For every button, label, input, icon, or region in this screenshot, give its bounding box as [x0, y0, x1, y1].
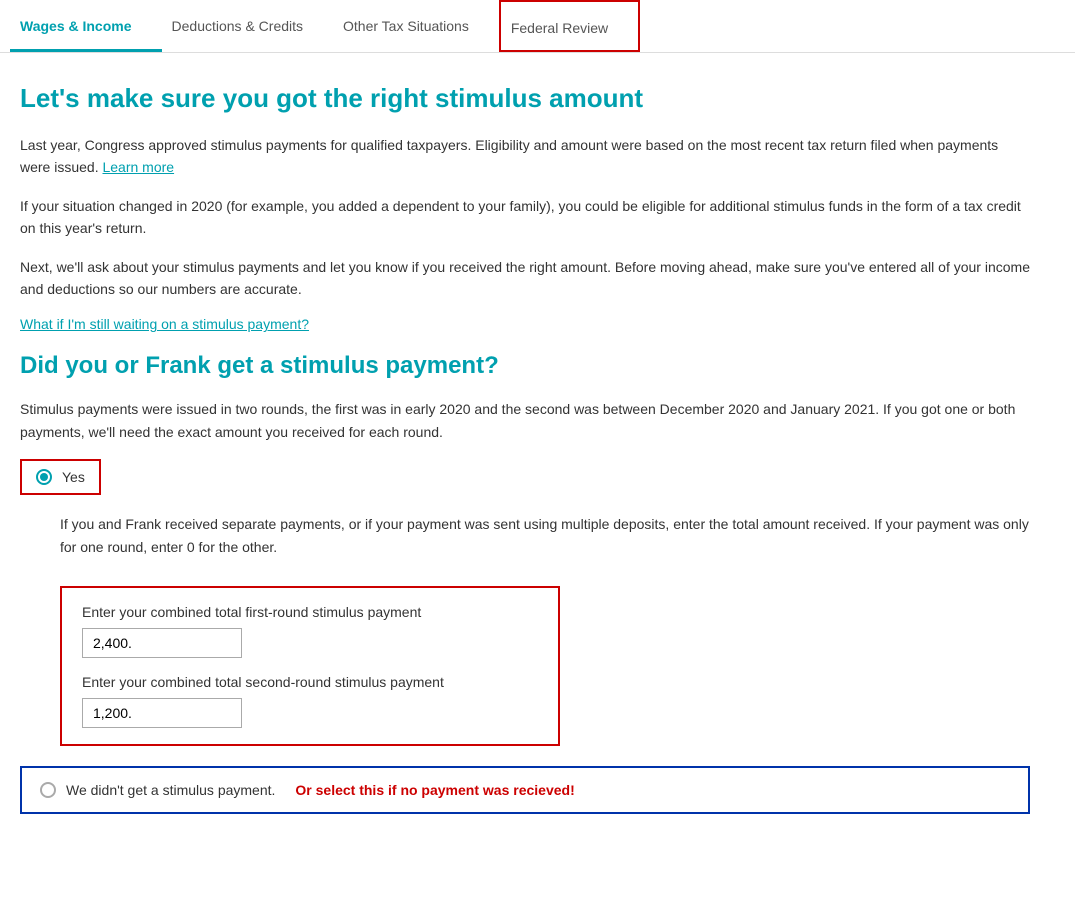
first-round-label: Enter your combined total first-round st…: [82, 604, 538, 620]
no-payment-warning-text: Or select this if no payment was recieve…: [295, 782, 574, 798]
page-heading-1: Let's make sure you got the right stimul…: [20, 83, 1030, 114]
stimulus-input-area: Enter your combined total first-round st…: [60, 586, 560, 746]
yes-subcontent: If you and Frank received separate payme…: [60, 513, 1030, 746]
tab-deductions-credits[interactable]: Deductions & Credits: [162, 0, 334, 52]
second-round-group: Enter your combined total second-round s…: [82, 674, 538, 728]
no-payment-radio-option[interactable]: We didn't get a stimulus payment. Or sel…: [20, 766, 1030, 814]
main-content: Let's make sure you got the right stimul…: [0, 53, 1050, 850]
radio-group: Yes If you and Frank received separate p…: [20, 459, 1030, 814]
stimulus-description: Stimulus payments were issued in two rou…: [20, 398, 1030, 443]
tab-federal-review[interactable]: Federal Review: [499, 0, 640, 52]
second-round-label: Enter your combined total second-round s…: [82, 674, 538, 690]
waiting-link[interactable]: What if I'm still waiting on a stimulus …: [20, 316, 309, 332]
paragraph-2: If your situation changed in 2020 (for e…: [20, 195, 1030, 240]
yes-radio-label: Yes: [62, 469, 85, 485]
page-heading-2: Did you or Frank get a stimulus payment?: [20, 352, 1030, 380]
first-round-input[interactable]: [82, 628, 242, 658]
yes-sub-text-1: If you and Frank received separate payme…: [60, 516, 870, 532]
learn-more-link[interactable]: Learn more: [102, 159, 174, 175]
paragraph-1: Last year, Congress approved stimulus pa…: [20, 134, 1030, 179]
paragraph-3: Next, we'll ask about your stimulus paym…: [20, 256, 1030, 301]
first-round-group: Enter your combined total first-round st…: [82, 604, 538, 658]
tab-other-tax-situations[interactable]: Other Tax Situations: [333, 0, 499, 52]
yes-radio-circle: [36, 469, 52, 485]
tab-wages-income[interactable]: Wages & Income: [10, 0, 162, 52]
yes-sub-text: If you and Frank received separate payme…: [60, 513, 1030, 558]
no-payment-radio-label: We didn't get a stimulus payment.: [66, 782, 275, 798]
nav-tabs: Wages & Income Deductions & Credits Othe…: [0, 0, 1075, 53]
yes-radio-option[interactable]: Yes: [20, 459, 101, 495]
second-round-input[interactable]: [82, 698, 242, 728]
no-payment-radio-circle: [40, 782, 56, 798]
